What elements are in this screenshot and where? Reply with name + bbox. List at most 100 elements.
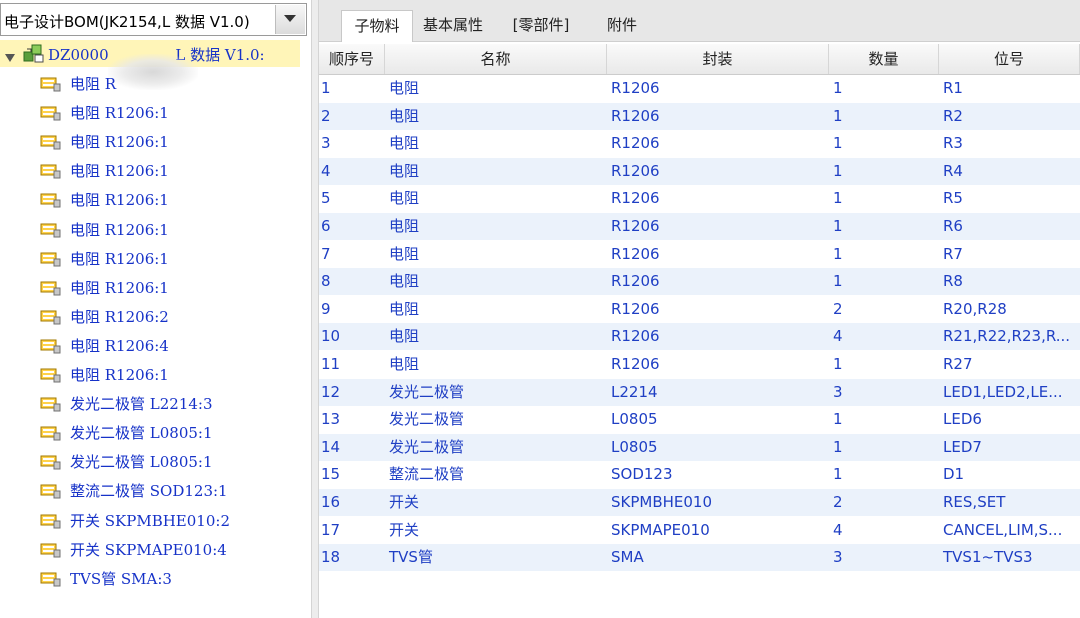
tree-item[interactable]: 电阻 R1206:1 xyxy=(40,186,300,215)
tree-item[interactable]: 电阻 R1206:4 xyxy=(40,332,300,361)
cell-quantity: 1 xyxy=(833,134,843,153)
table-row[interactable]: 2 电阻 R1206 1 R2 xyxy=(319,102,1080,130)
tree-item[interactable]: 整流二极管 SOD123:1 xyxy=(40,477,300,506)
cell-name: 开关 xyxy=(389,493,420,511)
component-icon xyxy=(40,279,62,301)
tree-item-label: 电阻 R1206:1 xyxy=(70,191,169,210)
cell-quantity: 1 xyxy=(833,106,843,125)
cell-package: R1206 xyxy=(611,217,660,235)
tree-item-label: 电阻 R1206:4 xyxy=(70,336,169,355)
component-icon xyxy=(40,104,62,126)
table-row[interactable]: 11 电阻 R1206 1 R27 xyxy=(319,351,1080,378)
cell-refdes: R7 xyxy=(943,244,963,263)
cell-package: R1206 xyxy=(611,79,660,97)
cell-name: 电阻 xyxy=(389,161,420,180)
col-header-refdes[interactable]: 位号 xyxy=(939,44,1080,74)
cell-seq: 6 xyxy=(321,217,331,235)
assembly-icon xyxy=(23,44,45,68)
table-row[interactable]: 13 发光二极管 L0805 1 LED6 xyxy=(319,406,1080,433)
cell-quantity: 1 xyxy=(833,244,843,263)
tree-item[interactable]: 电阻 R xyxy=(40,70,300,99)
cell-name: 电阻 xyxy=(389,355,420,373)
table-row[interactable]: 16 开关 SKPMBHE010 2 RES,SET xyxy=(319,489,1080,516)
component-icon xyxy=(40,191,62,213)
cell-quantity: 2 xyxy=(833,493,843,511)
cell-name: 发光二极管 xyxy=(389,382,465,401)
table-row[interactable]: 1 电阻 R1206 1 R1 xyxy=(319,75,1080,102)
cell-package: L2214 xyxy=(611,382,658,401)
tree-item[interactable]: 开关 SKPMAPE010:4 xyxy=(40,536,300,565)
tree-item[interactable]: 电阻 R1206:1 xyxy=(40,99,300,128)
cell-package: R1206 xyxy=(611,106,660,125)
tab-attachments[interactable]: 附件 xyxy=(591,10,653,42)
table-row[interactable]: 12 发光二极管 L2214 3 LED1,LED2,LE... xyxy=(319,378,1080,406)
tree-item[interactable]: TVS管 SMA:3 xyxy=(40,565,300,594)
collapse-triangle-icon[interactable] xyxy=(5,48,15,67)
cell-refdes: R21,R22,R23,R... xyxy=(943,327,1071,346)
cell-package: SKPMBHE010 xyxy=(611,493,713,511)
table-row[interactable]: 8 电阻 R1206 1 R8 xyxy=(319,268,1080,296)
tab-basic-properties[interactable]: 基本属性 xyxy=(413,10,493,42)
table-row[interactable]: 3 电阻 R1206 1 R3 xyxy=(319,130,1080,157)
table-row[interactable]: 5 电阻 R1206 1 R5 xyxy=(319,185,1080,212)
cell-package: R1206 xyxy=(611,244,660,263)
cell-name: 电阻 xyxy=(389,272,420,291)
component-icon xyxy=(40,133,62,155)
tree-item[interactable]: 发光二极管 L0805:1 xyxy=(40,419,300,448)
cell-name: 电阻 xyxy=(389,217,420,235)
cell-package: R1206 xyxy=(611,355,660,373)
tree-item-label: 整流二极管 SOD123:1 xyxy=(70,482,228,501)
cell-quantity: 1 xyxy=(833,217,843,235)
tree-item-label: 电阻 R1206:1 xyxy=(70,249,169,268)
col-header-seq[interactable]: 顺序号 xyxy=(319,44,385,74)
tree-item[interactable]: 电阻 R1206:1 xyxy=(40,274,300,303)
tree-item-label: 电阻 R1206:1 xyxy=(70,366,169,384)
cell-seq: 4 xyxy=(321,161,331,180)
bom-tree-panel: 电子设计BOM(JK2154,L 数据 V1.0) DZ0000 数据 V1.0… xyxy=(0,0,311,618)
tab-sub-materials[interactable]: 子物料 xyxy=(341,10,413,42)
tree-item-label: 发光二极管 L2214:3 xyxy=(70,395,213,414)
bom-version-select[interactable]: 电子设计BOM(JK2154,L 数据 V1.0) xyxy=(0,3,307,36)
cell-quantity: 1 xyxy=(833,189,843,208)
table-row[interactable]: 14 发光二极管 L0805 1 LED7 xyxy=(319,433,1080,461)
table-row[interactable]: 15 整流二极管 SOD123 1 D1 xyxy=(319,461,1080,488)
table-row[interactable]: 17 开关 SKPMAPE010 4 CANCEL,LIM,S... xyxy=(319,517,1080,544)
table-row[interactable]: 7 电阻 R1206 1 R7 xyxy=(319,241,1080,268)
col-header-quantity[interactable]: 数量 xyxy=(829,44,939,74)
table-row[interactable]: 6 电阻 R1206 1 R6 xyxy=(319,213,1080,240)
col-header-name[interactable]: 名称 xyxy=(385,44,607,74)
table-row[interactable]: 9 电阻 R1206 2 R20,R28 xyxy=(319,296,1080,323)
tree-item[interactable]: 发光二极管 L0805:1 xyxy=(40,448,300,477)
cell-refdes: LED1,LED2,LE... xyxy=(943,382,1063,401)
tree-item[interactable]: 电阻 R1206:1 xyxy=(40,157,300,186)
table-row[interactable]: 10 电阻 R1206 4 R21,R22,R23,R... xyxy=(319,323,1080,351)
col-header-package[interactable]: 封装 xyxy=(607,44,829,74)
cell-package: SKPMAPE010 xyxy=(611,520,710,539)
tree-item[interactable]: 电阻 R1206:1 xyxy=(40,128,300,157)
tree-item[interactable]: 开关 SKPMBHE010:2 xyxy=(40,507,300,536)
cell-quantity: 1 xyxy=(833,465,843,484)
cell-seq: 11 xyxy=(321,355,341,373)
cell-refdes: RES,SET xyxy=(943,493,1006,511)
tab-bar: 子物料 基本属性 [零部件] 附件 xyxy=(319,0,1080,42)
panel-splitter[interactable] xyxy=(311,0,319,618)
cell-package: SOD123 xyxy=(611,465,673,484)
tree-item[interactable]: 电阻 R1206:1 xyxy=(40,361,300,390)
tree-item[interactable]: 电阻 R1206:2 xyxy=(40,303,300,332)
tree-item-label: 发光二极管 L0805:1 xyxy=(70,453,213,472)
tab-parts[interactable]: [零部件] xyxy=(503,10,579,42)
tree-item[interactable]: 发光二极管 L2214:3 xyxy=(40,390,300,419)
table-row[interactable]: 18 TVS管 SMA 3 TVS1~TVS3 xyxy=(319,544,1080,572)
component-icon xyxy=(40,366,62,388)
tree-item[interactable]: 电阻 R1206:1 xyxy=(40,216,300,245)
cell-name: 发光二极管 xyxy=(389,437,465,456)
cell-seq: 15 xyxy=(321,465,341,484)
cell-quantity: 4 xyxy=(833,327,843,346)
cell-refdes: TVS1~TVS3 xyxy=(943,548,1033,567)
cell-quantity: 4 xyxy=(833,520,843,539)
table-row[interactable]: 4 电阻 R1206 1 R4 xyxy=(319,157,1080,185)
tree-item-label: 电阻 R1206:1 xyxy=(70,278,169,297)
dropdown-arrow-icon[interactable] xyxy=(275,5,305,34)
tree-item[interactable]: 电阻 R1206:1 xyxy=(40,245,300,274)
cell-quantity: 1 xyxy=(833,410,843,429)
